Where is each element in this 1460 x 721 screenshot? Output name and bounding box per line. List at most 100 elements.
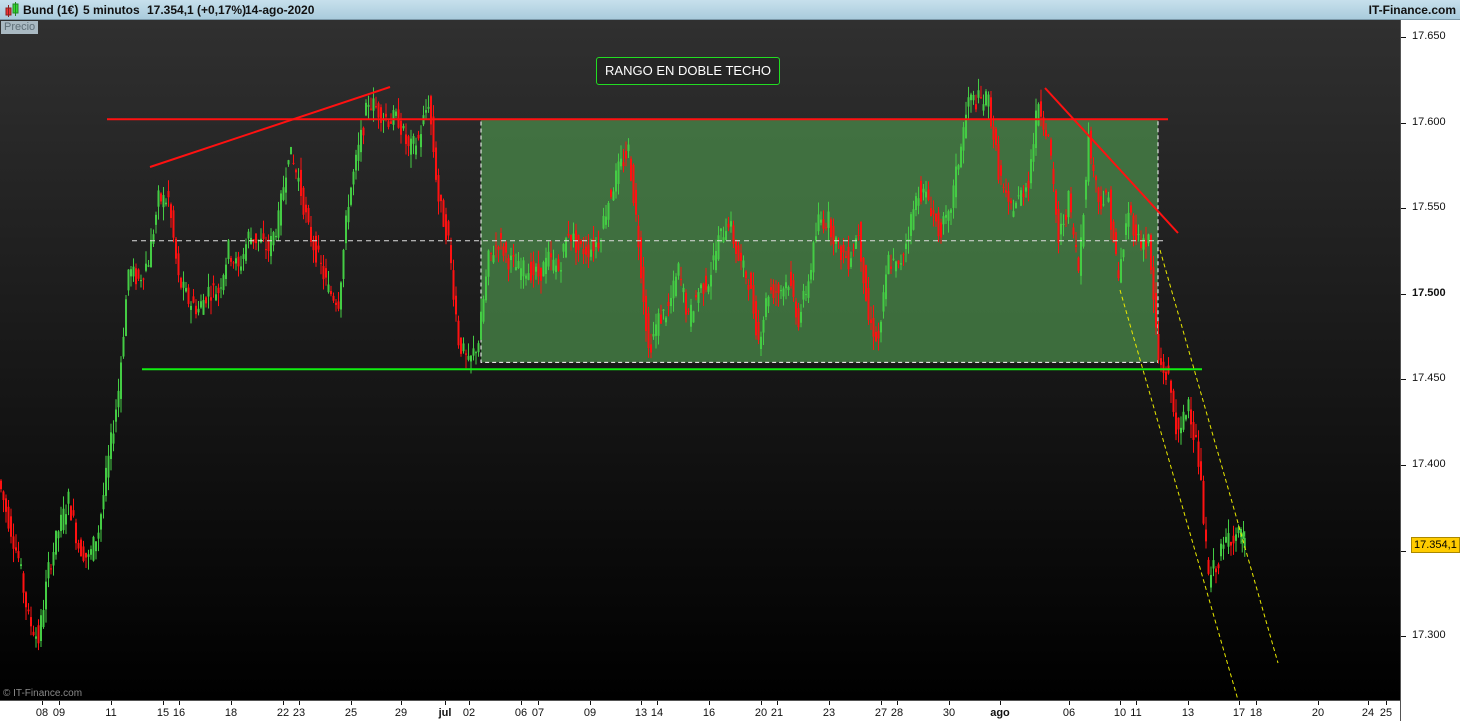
candle-body <box>1160 358 1162 365</box>
candle-body <box>1015 202 1017 209</box>
x-tick-mark <box>949 701 950 705</box>
candle-body <box>1017 195 1020 197</box>
candle-body <box>87 554 90 557</box>
candle-body <box>832 225 835 245</box>
candle-body <box>685 292 687 315</box>
candle-body <box>1010 200 1012 204</box>
candle-body <box>780 290 782 292</box>
candle-body <box>1095 176 1097 181</box>
candle-body <box>722 237 725 243</box>
candle-body <box>447 221 450 236</box>
candle-body <box>732 225 735 244</box>
candle-body <box>730 221 732 227</box>
x-tick-label: 21 <box>770 707 784 719</box>
candle-body <box>70 506 72 521</box>
x-tick-label: 27 <box>874 707 888 719</box>
candle-body <box>302 187 305 215</box>
candle-body <box>605 216 607 225</box>
y-tick-mark <box>1401 550 1406 552</box>
candle-body <box>332 295 335 301</box>
candle-body <box>17 551 20 559</box>
candle-body <box>1175 412 1177 435</box>
candle-body <box>787 287 790 291</box>
candle-body <box>192 296 195 303</box>
candle-body <box>367 104 370 107</box>
candle-body <box>462 343 465 352</box>
candle-body <box>792 280 795 297</box>
candle-body <box>830 219 832 238</box>
candle-body <box>712 255 715 261</box>
candle-body <box>80 539 82 557</box>
candle-body <box>85 552 87 558</box>
candle-body <box>400 120 402 135</box>
candle-body <box>707 286 710 292</box>
x-tick-mark <box>709 701 710 705</box>
candle-body <box>242 254 245 259</box>
candle-body <box>1115 232 1117 254</box>
candle-body <box>195 305 197 315</box>
x-tick-label: 09 <box>52 707 66 719</box>
candle-body <box>955 166 957 198</box>
x-tick-label: 22 <box>276 707 290 719</box>
x-tick-mark <box>445 701 446 705</box>
candle-body <box>95 541 97 552</box>
candle-body <box>1060 223 1062 235</box>
candle-body <box>317 245 320 250</box>
candle-body <box>682 287 685 293</box>
x-tick-label: 25 <box>344 707 358 719</box>
candle-body <box>1120 259 1122 283</box>
candle-body <box>315 235 317 263</box>
candle-body <box>1022 193 1025 198</box>
candle-body <box>270 235 272 257</box>
candle-body <box>1100 196 1102 210</box>
candle-body <box>997 144 1000 180</box>
candle-body <box>737 245 740 261</box>
candle-body <box>310 226 312 242</box>
candle-body <box>1217 564 1220 569</box>
x-tick-mark <box>1256 701 1257 705</box>
candle-body <box>705 275 707 290</box>
candle-body <box>645 295 647 332</box>
candle-body <box>1187 399 1190 412</box>
candle-body <box>597 242 600 249</box>
candle-body <box>112 433 115 444</box>
candle-body <box>1230 541 1232 546</box>
candle-body <box>280 193 282 226</box>
candle-body <box>267 239 270 252</box>
y-tick-label: 17.300 <box>1412 629 1446 642</box>
candle-body <box>1012 211 1015 217</box>
x-tick-mark <box>299 701 300 705</box>
candle-body <box>865 265 867 301</box>
candle-body <box>502 246 505 256</box>
candle-body <box>60 514 62 532</box>
candle-body <box>675 276 677 296</box>
candle-body <box>240 266 242 271</box>
candle-body <box>972 94 975 101</box>
candle-body <box>282 187 285 200</box>
candle-body <box>117 390 120 408</box>
candle-body <box>867 287 870 320</box>
candle-body <box>610 189 612 197</box>
candle-body <box>277 210 280 238</box>
candle-body <box>177 253 180 276</box>
candle-body <box>487 250 490 277</box>
candle-body <box>210 297 212 301</box>
x-tick-label: 11 <box>1130 707 1142 719</box>
candle-body <box>77 542 80 549</box>
x-tick-label: 13 <box>634 707 648 719</box>
candle-body <box>1235 534 1237 541</box>
candle-body <box>392 110 395 125</box>
candle-body <box>670 297 672 307</box>
x-tick-label: 30 <box>942 707 956 719</box>
candle-body <box>890 266 892 269</box>
candle-body <box>637 225 640 248</box>
candle-body <box>985 91 987 106</box>
candle-body <box>90 549 92 555</box>
candle-body <box>465 353 467 355</box>
x-tick-mark <box>59 701 60 705</box>
candle-body <box>180 277 182 288</box>
candle-body <box>262 233 265 239</box>
x-tick-label: 06 <box>1062 707 1076 719</box>
x-tick-mark <box>1136 701 1137 705</box>
candle-body <box>1020 190 1022 206</box>
